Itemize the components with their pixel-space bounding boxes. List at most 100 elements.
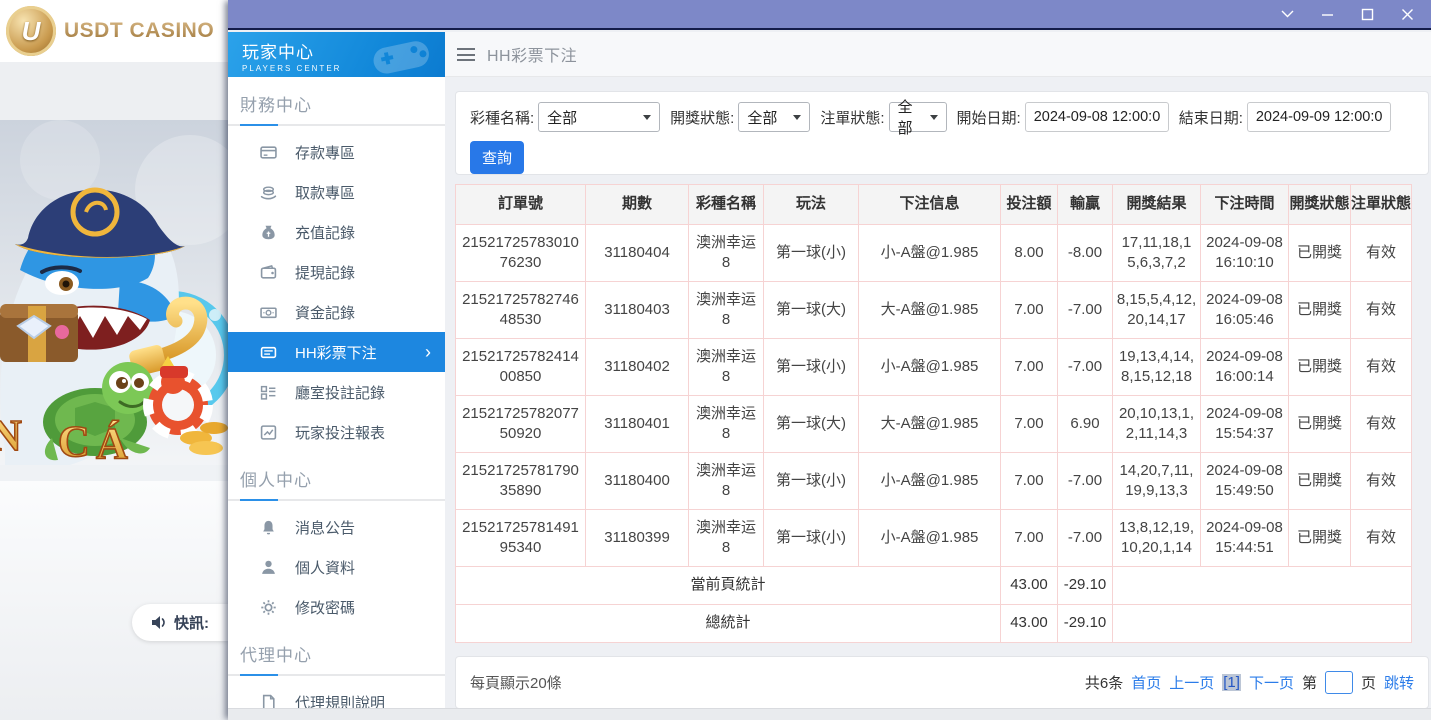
sidebar-item-document[interactable]: 代理規則說明 [228,682,445,708]
content-topbar: HH彩票下注 [445,32,1431,77]
column-header: 下注時間 [1201,185,1289,225]
sidebar-item-wallet[interactable]: 提現記錄 [228,252,445,292]
table-cell: 2024-09-08 15:54:37 [1201,396,1289,453]
sidebar-item-label: 廳室投註記錄 [295,382,385,403]
end-date-input[interactable] [1247,102,1391,132]
chevron-down-icon [643,115,651,120]
next-page-link[interactable]: 下一页 [1249,672,1294,693]
menu-toggle-icon[interactable] [457,48,475,61]
table-cell: 7.00 [1001,453,1058,510]
table-cell: 已開獎 [1289,225,1351,282]
sidebar-item-gear[interactable]: 修改密碼 [228,587,445,627]
table-cell: 第一球(小) [764,453,859,510]
window-titlebar [228,0,1431,30]
sidebar-item-withdraw-hand[interactable]: 取款專區 [228,172,445,212]
sidebar-item-label: 消息公告 [295,517,355,538]
sidebar-item-deposit-card[interactable]: 存款專區 [228,132,445,172]
prev-page-link[interactable]: 上一页 [1169,672,1214,693]
column-header: 投注額 [1001,185,1058,225]
column-header: 訂單號 [456,185,586,225]
table-cell: 有效 [1351,453,1412,510]
table-cell: 已開獎 [1289,339,1351,396]
column-header: 玩法 [764,185,859,225]
sidebar-item-label: 玩家投注報表 [295,422,385,443]
column-header: 下注信息 [859,185,1001,225]
sidebar-item-label: 個人資料 [295,557,355,578]
sidebar-item-report-chart[interactable]: 玩家投注報表 [228,412,445,452]
table-cell: 有效 [1351,510,1412,567]
jump-link[interactable]: 跳转 [1384,672,1414,693]
table-cell: 7.00 [1001,339,1058,396]
sidebar-item-label: 資金記錄 [295,302,355,323]
table-cell: 31180404 [586,225,689,282]
table-cell: 第一球(小) [764,225,859,282]
query-button[interactable]: 查詢 [470,141,524,174]
wallet-icon [260,264,277,281]
column-header: 開獎結果 [1113,185,1201,225]
sidebar-item-room-list[interactable]: 廳室投註記錄 [228,372,445,412]
window-chevron-button[interactable] [1279,6,1295,22]
window-maximize-button[interactable] [1359,6,1375,22]
sidebar-item-user[interactable]: 個人資料 [228,547,445,587]
sidebar-item-label: 充值記錄 [295,222,355,243]
draw-status-select[interactable]: 全部 [738,102,810,132]
sidebar-item-label: HH彩票下注 [295,342,377,363]
chevron-down-icon [930,115,938,120]
table-cell: 有效 [1351,396,1412,453]
table-cell: 2152172578179035890 [456,453,586,510]
sidebar-section-title: 財務中心 [228,77,445,124]
brand-logo-letter: U [22,16,41,47]
sidebar-item-label: 取款專區 [295,182,355,203]
table-cell: 第一球(小) [764,339,859,396]
horizontal-scrollbar-track[interactable] [228,708,1431,720]
table-row: 215217257817903589031180400澳洲幸运8第一球(小)小-… [456,453,1412,510]
app-body: 玩家中心 PLAYERS CENTER 財務中心存款專區取款專區充值記錄提現記錄… [228,32,1431,720]
sidebar-section-title: 個人中心 [228,452,445,499]
casino-hero-illustration: N C Á [0,120,228,481]
sidebar-item-bell[interactable]: 消息公告 [228,507,445,547]
gear-icon [260,599,277,616]
start-date-input[interactable] [1025,102,1169,132]
table-row: 215217257820775092031180401澳洲幸运8第一球(大)大-… [456,396,1412,453]
section-underline [228,499,445,501]
table-cell: 小-A盤@1.985 [859,339,1001,396]
sidebar: 玩家中心 PLAYERS CENTER 財務中心存款專區取款專區充值記錄提現記錄… [228,32,445,708]
window-close-button[interactable] [1399,6,1415,22]
order-status-select[interactable]: 全部 [889,102,947,132]
first-page-link[interactable]: 首页 [1131,672,1161,693]
order-status-label: 注單狀態: [820,107,884,128]
document-icon [260,694,277,709]
news-ticker-button[interactable]: 快訊: [132,604,228,641]
table-cell: 第一球(大) [764,282,859,339]
table-cell: 31180401 [586,396,689,453]
summary-bet-total: 43.00 [1001,567,1058,605]
sidebar-item-lottery-ticket[interactable]: HH彩票下注› [228,332,445,372]
bets-table: 訂單號期數彩種名稱玩法下注信息投注額輸贏開獎結果下注時間開獎狀態注單狀態 215… [455,184,1412,643]
table-cell: 已開獎 [1289,510,1351,567]
table-cell: 小-A盤@1.985 [859,453,1001,510]
table-cell: 7.00 [1001,282,1058,339]
page-size-text: 每頁顯示20條 [470,672,562,693]
table-cell: 大-A盤@1.985 [859,396,1001,453]
sidebar-header: 玩家中心 PLAYERS CENTER [228,32,445,77]
sidebar-item-moneybag[interactable]: 充值記錄 [228,212,445,252]
sidebar-item-funds[interactable]: 資金記錄 [228,292,445,332]
end-date-label: 結束日期: [1179,107,1243,128]
total-count-text: 共6条 [1085,672,1123,693]
funds-icon [260,304,277,321]
summary-label: 當前頁統計 [456,567,1001,605]
lottery-name-select[interactable]: 全部 [538,102,660,132]
current-page-indicator[interactable]: [1] [1222,674,1241,691]
summary-bet-total: 43.00 [1001,605,1058,643]
pagination-bar: 每頁顯示20條 共6条 首页 上一页 [1] 下一页 第 页 跳转 [455,656,1429,708]
table-cell: 澳洲幸运8 [689,396,764,453]
lottery-name-value: 全部 [547,107,577,128]
summary-label: 總統計 [456,605,1001,643]
table-cell: 31180400 [586,453,689,510]
table-cell: 8,15,5,4,12,20,14,17 [1113,282,1201,339]
jump-page-input[interactable] [1325,671,1353,694]
hero-cartoon-graphic: N C Á [0,120,228,481]
table-cell: 小-A盤@1.985 [859,510,1001,567]
window-minimize-button[interactable] [1319,6,1335,22]
summary-empty [1113,567,1412,605]
